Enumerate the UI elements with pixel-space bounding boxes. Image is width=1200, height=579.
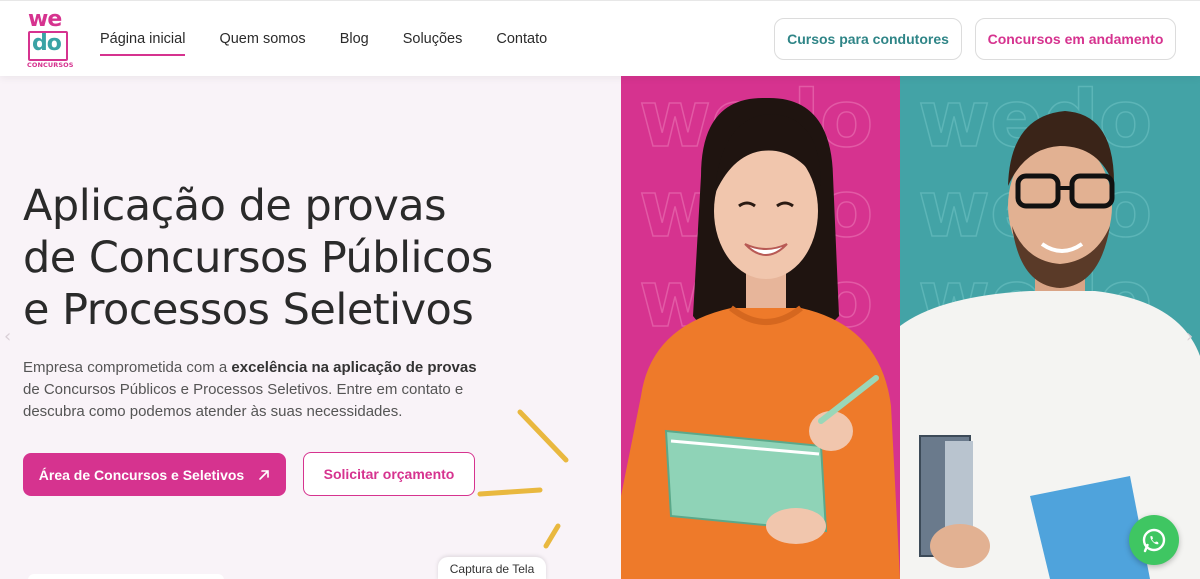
nav-item-solutions[interactable]: Soluções <box>403 31 463 47</box>
main-nav: Página inicial Quem somos Blog Soluções … <box>100 1 547 77</box>
whatsapp-icon <box>1142 528 1166 553</box>
screen-capture-label: Captura de Tela <box>438 557 546 579</box>
site-header: we do CONCURSOS Página inicial Quem somo… <box>0 0 1200 76</box>
bottom-edge-bar <box>28 574 224 579</box>
hero-desc-post: de Concursos Públicos e Processos Seleti… <box>23 381 464 420</box>
nav-item-home[interactable]: Página inicial <box>100 31 186 56</box>
hero-image-man: wedo wedo wedo <box>900 76 1200 579</box>
wedo-logo[interactable]: we do CONCURSOS <box>26 7 74 69</box>
hero-image-woman: wedo wedo wedo <box>621 76 900 579</box>
nav-item-contact[interactable]: Contato <box>496 31 547 47</box>
hero-title-line-2: de Concursos Públicos <box>23 233 493 283</box>
logo-subtitle: CONCURSOS <box>27 61 74 69</box>
woman-illustration: wedo wedo wedo <box>621 76 900 579</box>
ongoing-contests-button[interactable]: Concursos em andamento <box>975 18 1176 60</box>
logo-we-text: we <box>28 7 62 32</box>
hero-title-line-1: Aplicação de provas <box>23 181 447 231</box>
contests-area-label: Área de Concursos e Seletivos <box>38 466 245 483</box>
hero-desc-pre: Empresa comprometida com a <box>23 359 232 376</box>
hero-desc-bold: excelência na aplicação de provas <box>231 359 477 376</box>
whatsapp-button[interactable] <box>1129 515 1179 565</box>
hero-description: Empresa comprometida com a excelência na… <box>23 357 493 423</box>
hero-title-line-3: e Processos Seletivos <box>23 285 474 335</box>
carousel-prev-icon[interactable]: ‹ <box>4 326 11 347</box>
contests-area-button[interactable]: Área de Concursos e Seletivos <box>23 453 286 496</box>
request-quote-button[interactable]: Solicitar orçamento <box>303 452 475 496</box>
logo-do-text: do <box>32 31 62 56</box>
carousel-next-icon[interactable]: › <box>1186 326 1193 347</box>
nav-item-about[interactable]: Quem somos <box>219 31 305 47</box>
nav-item-blog[interactable]: Blog <box>340 31 369 47</box>
hero-title: Aplicação de provas de Concursos Público… <box>23 180 583 336</box>
man-illustration: wedo wedo wedo <box>900 76 1200 579</box>
arrow-up-right-icon <box>259 469 270 480</box>
decorative-rays <box>477 409 569 549</box>
drivers-courses-button[interactable]: Cursos para condutores <box>774 18 962 60</box>
